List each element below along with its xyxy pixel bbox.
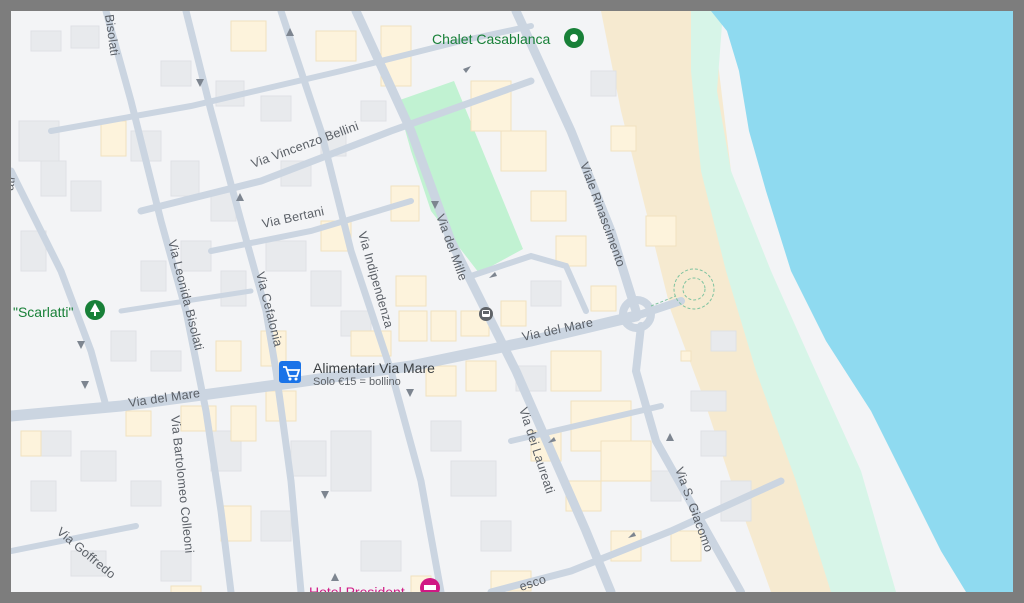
street-label-cefalonia: Via Cefalonia — [253, 270, 285, 348]
street-label-bisolati: Bisolati — [102, 13, 122, 56]
poi-chalet-casablanca[interactable]: Chalet Casablanca — [432, 28, 584, 48]
bus-stop-icon[interactable] — [479, 307, 493, 321]
shopping-cart-icon — [279, 361, 301, 383]
map-canvas[interactable]: Bisolati ati Via Vincenzo Bellini Via Be… — [11, 11, 1013, 592]
street-label-bartolomeo-colleoni: Via Bartolomeo Colleoni — [168, 415, 196, 554]
map-svg: Bisolati ati Via Vincenzo Bellini Via Be… — [11, 11, 1013, 592]
screenshot-frame: Bisolati ati Via Vincenzo Bellini Via Be… — [0, 0, 1024, 603]
poi-scarlatti-label: "Scarlatti" — [13, 304, 74, 320]
poi-alimentari-label: Alimentari Via Mare — [313, 360, 435, 376]
poi-alimentari-sub: Solo €15 = bollino — [313, 376, 401, 388]
poi-chalet-label: Chalet Casablanca — [432, 31, 551, 47]
poi-scarlatti[interactable]: "Scarlatti" — [13, 300, 105, 320]
poi-hotel-label: Hotel President — [309, 584, 405, 592]
tree-icon — [85, 300, 105, 320]
map-pin-icon — [564, 28, 584, 48]
